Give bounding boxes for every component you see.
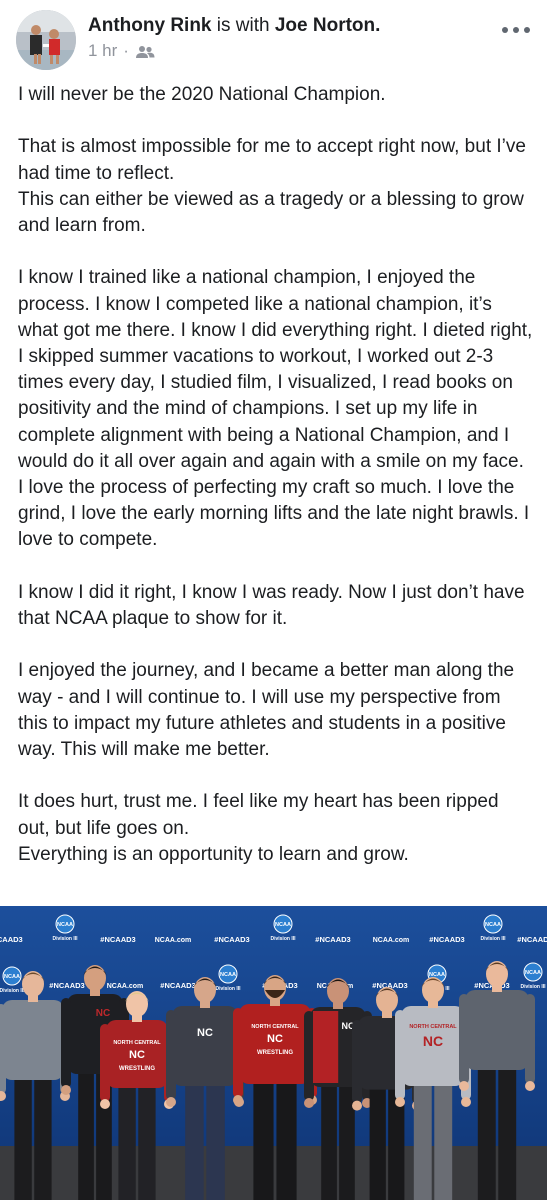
shirt-monogram: NC [423,1033,443,1049]
post-paragraph: I will never be the 2020 National Champi… [18,82,533,108]
backdrop-ncaa: NCAA [4,974,20,980]
meta-separator: · [123,41,129,60]
backdrop-ncaa: NCAA [57,922,73,928]
post-line: Everything is an opportunity to learn an… [18,843,409,865]
post-paragraph: It does hurt, trust me. I feel like my h… [18,789,533,868]
post-body: I will never be the 2020 National Champi… [18,82,533,868]
friends-icon [135,44,155,58]
backdrop-division: Division III [215,986,241,992]
backdrop-ncaa: NCAA [485,922,501,928]
shirt-text-north-central: NORTH CENTRAL [251,1024,299,1030]
shirt-monogram: NC [197,1027,213,1039]
shirt-text-wrestling: WRESTLING [119,1066,155,1072]
post-line: I enjoyed the journey, and I became a be… [18,660,515,761]
backdrop-ncaa: NCAA [275,922,291,928]
author-avatar[interactable] [16,10,76,70]
post-line: I will never be the 2020 National Champi… [18,84,386,105]
post-paragraph: I know I did it right, I know I was read… [18,580,533,632]
backdrop-ncaa: NCAA [429,972,445,978]
backdrop-division: Division III [0,988,25,994]
post-line: I love the process of perfecting my craf… [18,477,530,551]
backdrop-hashtag: #NCAAD3 [429,935,464,944]
post-header: Anthony Rink is with Joe Norton. 1 hr · [0,0,547,80]
backdrop-hashtag: #NCAAD3 [214,935,249,944]
with-text: is with [216,15,270,36]
backdrop-division: Division III [52,936,78,942]
post-line: It does hurt, trust me. I feel like my h… [18,791,499,839]
post-meta: 1 hr · [88,41,155,61]
backdrop-hashtag: #NCAAD3 [100,935,135,944]
tagged-person[interactable]: Joe Norton. [275,15,381,36]
team-photo[interactable]: #NCAAD3 NCAA Division III #NCAAD3 NCAA.com #N… [0,906,547,1200]
shirt-monogram: NC [96,1008,110,1019]
backdrop-hashtag: #NCAAD3 [49,981,84,990]
shirt-text-north-central: NORTH CENTRAL [409,1024,457,1030]
post-author-line: Anthony Rink is with Joe Norton. [88,14,380,38]
more-dots-icon[interactable] [502,20,530,40]
post-line: That is almost impossible for me to acce… [18,136,526,184]
backdrop-division: Division III [520,984,546,990]
backdrop-division: Division III [480,936,506,942]
backdrop-site: NCAA.com [107,983,144,990]
post-paragraph: I enjoyed the journey, and I became a be… [18,658,533,763]
backdrop-ncaa: NCAA [220,972,236,978]
shirt-text-wrestling: WRESTLING [257,1050,293,1056]
post-line: This can either be viewed as a tragedy o… [18,188,524,236]
backdrop-hashtag: #NCAAD3 [315,935,350,944]
backdrop-hashtag: #NCAAD3 [0,935,23,944]
shirt-monogram: NC [267,1033,283,1045]
post-paragraph: That is almost impossible for me to acce… [18,134,533,239]
post-line: I know I did it right, I know I was read… [18,581,525,630]
post-time[interactable]: 1 hr [88,41,117,61]
backdrop-site: NCAA.com [373,937,410,944]
backdrop-site: NCAA.com [155,937,192,944]
post-line: I know I trained like a national champio… [18,267,533,472]
shirt-monogram: NC [129,1049,145,1061]
author-name[interactable]: Anthony Rink [88,15,212,36]
backdrop-ncaa: NCAA [525,970,541,976]
post-paragraph: I know I trained like a national champio… [18,265,533,553]
shirt-text-north-central: NORTH CENTRAL [113,1040,161,1046]
backdrop-division: Division III [270,936,296,942]
backdrop-hashtag: #NCAAD3 [517,935,547,944]
backdrop-hashtag: #NCAAD3 [160,981,195,990]
